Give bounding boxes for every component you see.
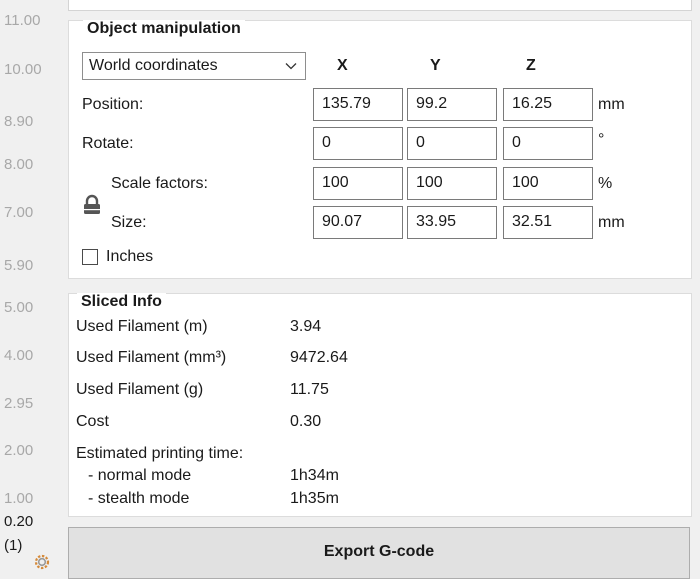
gear-icon[interactable] <box>33 553 51 571</box>
position-y-input[interactable]: 99.2 <box>407 88 497 121</box>
used-filament-mm3-label: Used Filament (mm³) <box>76 349 227 366</box>
axis-z-label: Z <box>526 57 536 74</box>
scale-y-input[interactable]: 100 <box>407 167 497 200</box>
rotate-y-input[interactable]: 0 <box>407 127 497 160</box>
estimated-time-label: Estimated printing time: <box>76 445 244 462</box>
ruler-tick: 11.00 <box>4 12 41 29</box>
size-x-input[interactable]: 90.07 <box>313 206 403 239</box>
object-manipulation-title: Object manipulation <box>83 20 245 38</box>
inches-checkbox[interactable] <box>82 249 98 265</box>
sidebar-panel: Object manipulation World coordinates X … <box>60 0 700 579</box>
position-label: Position: <box>82 96 144 113</box>
rotate-label: Rotate: <box>82 135 134 152</box>
axis-x-label: X <box>337 57 348 74</box>
size-unit: mm <box>598 214 625 231</box>
scale-factors-label: Scale factors: <box>111 175 208 192</box>
lock-icon[interactable] <box>82 194 102 216</box>
ruler-tick: 7.00 <box>4 204 34 221</box>
normal-mode-value: 1h34m <box>290 467 339 484</box>
rotate-x-input[interactable]: 0 <box>313 127 403 160</box>
used-filament-m-label: Used Filament (m) <box>76 318 208 335</box>
stealth-mode-value: 1h35m <box>290 490 339 507</box>
sliced-info-group: Sliced Info Used Filament (m) 3.94 Used … <box>68 293 692 517</box>
size-y-input[interactable]: 33.95 <box>407 206 497 239</box>
coordinate-system-select[interactable]: World coordinates <box>82 52 306 80</box>
stealth-mode-label: - stealth mode <box>88 490 190 507</box>
size-label: Size: <box>111 214 147 231</box>
position-x-input[interactable]: 135.79 <box>313 88 403 121</box>
scale-x-input[interactable]: 100 <box>313 167 403 200</box>
layer-ruler[interactable]: 11.00 10.00 8.90 8.00 7.00 5.90 5.00 4.0… <box>0 0 60 575</box>
export-gcode-button[interactable]: Export G-code <box>68 527 690 579</box>
inches-label: Inches <box>106 248 154 265</box>
top-panel-edge <box>68 0 692 11</box>
position-z-input[interactable]: 16.25 <box>503 88 593 121</box>
ruler-tick: 2.95 <box>4 395 34 412</box>
object-manipulation-group: Object manipulation World coordinates X … <box>68 20 692 279</box>
ruler-tick: 1.00 <box>4 490 34 507</box>
chevron-down-icon <box>285 63 297 70</box>
used-filament-m-value: 3.94 <box>290 318 322 335</box>
normal-mode-label: - normal mode <box>88 467 192 484</box>
position-unit: mm <box>598 96 625 113</box>
used-filament-g-value: 11.75 <box>290 381 329 398</box>
ruler-tick: 8.90 <box>4 113 34 130</box>
used-filament-mm3-value: 9472.64 <box>290 349 348 366</box>
rotate-unit: ° <box>598 131 605 148</box>
size-z-input[interactable]: 32.51 <box>503 206 593 239</box>
ruler-tick: 2.00 <box>4 442 34 459</box>
sliced-info-title: Sliced Info <box>77 293 166 311</box>
scale-unit: % <box>598 175 613 192</box>
ruler-tick: 5.90 <box>4 257 34 274</box>
ruler-tick: 10.00 <box>4 61 42 78</box>
coordinate-system-value: World coordinates <box>89 57 218 74</box>
cost-label: Cost <box>76 413 109 430</box>
ruler-current-layer: (1) <box>4 537 23 554</box>
ruler-tick: 5.00 <box>4 299 34 316</box>
ruler-tick: 8.00 <box>4 156 34 173</box>
ruler-tick: 4.00 <box>4 347 34 364</box>
axis-y-label: Y <box>430 57 441 74</box>
rotate-z-input[interactable]: 0 <box>503 127 593 160</box>
used-filament-g-label: Used Filament (g) <box>76 381 204 398</box>
scale-z-input[interactable]: 100 <box>503 167 593 200</box>
cost-value: 0.30 <box>290 413 322 430</box>
ruler-current-value: 0.20 <box>4 513 34 530</box>
